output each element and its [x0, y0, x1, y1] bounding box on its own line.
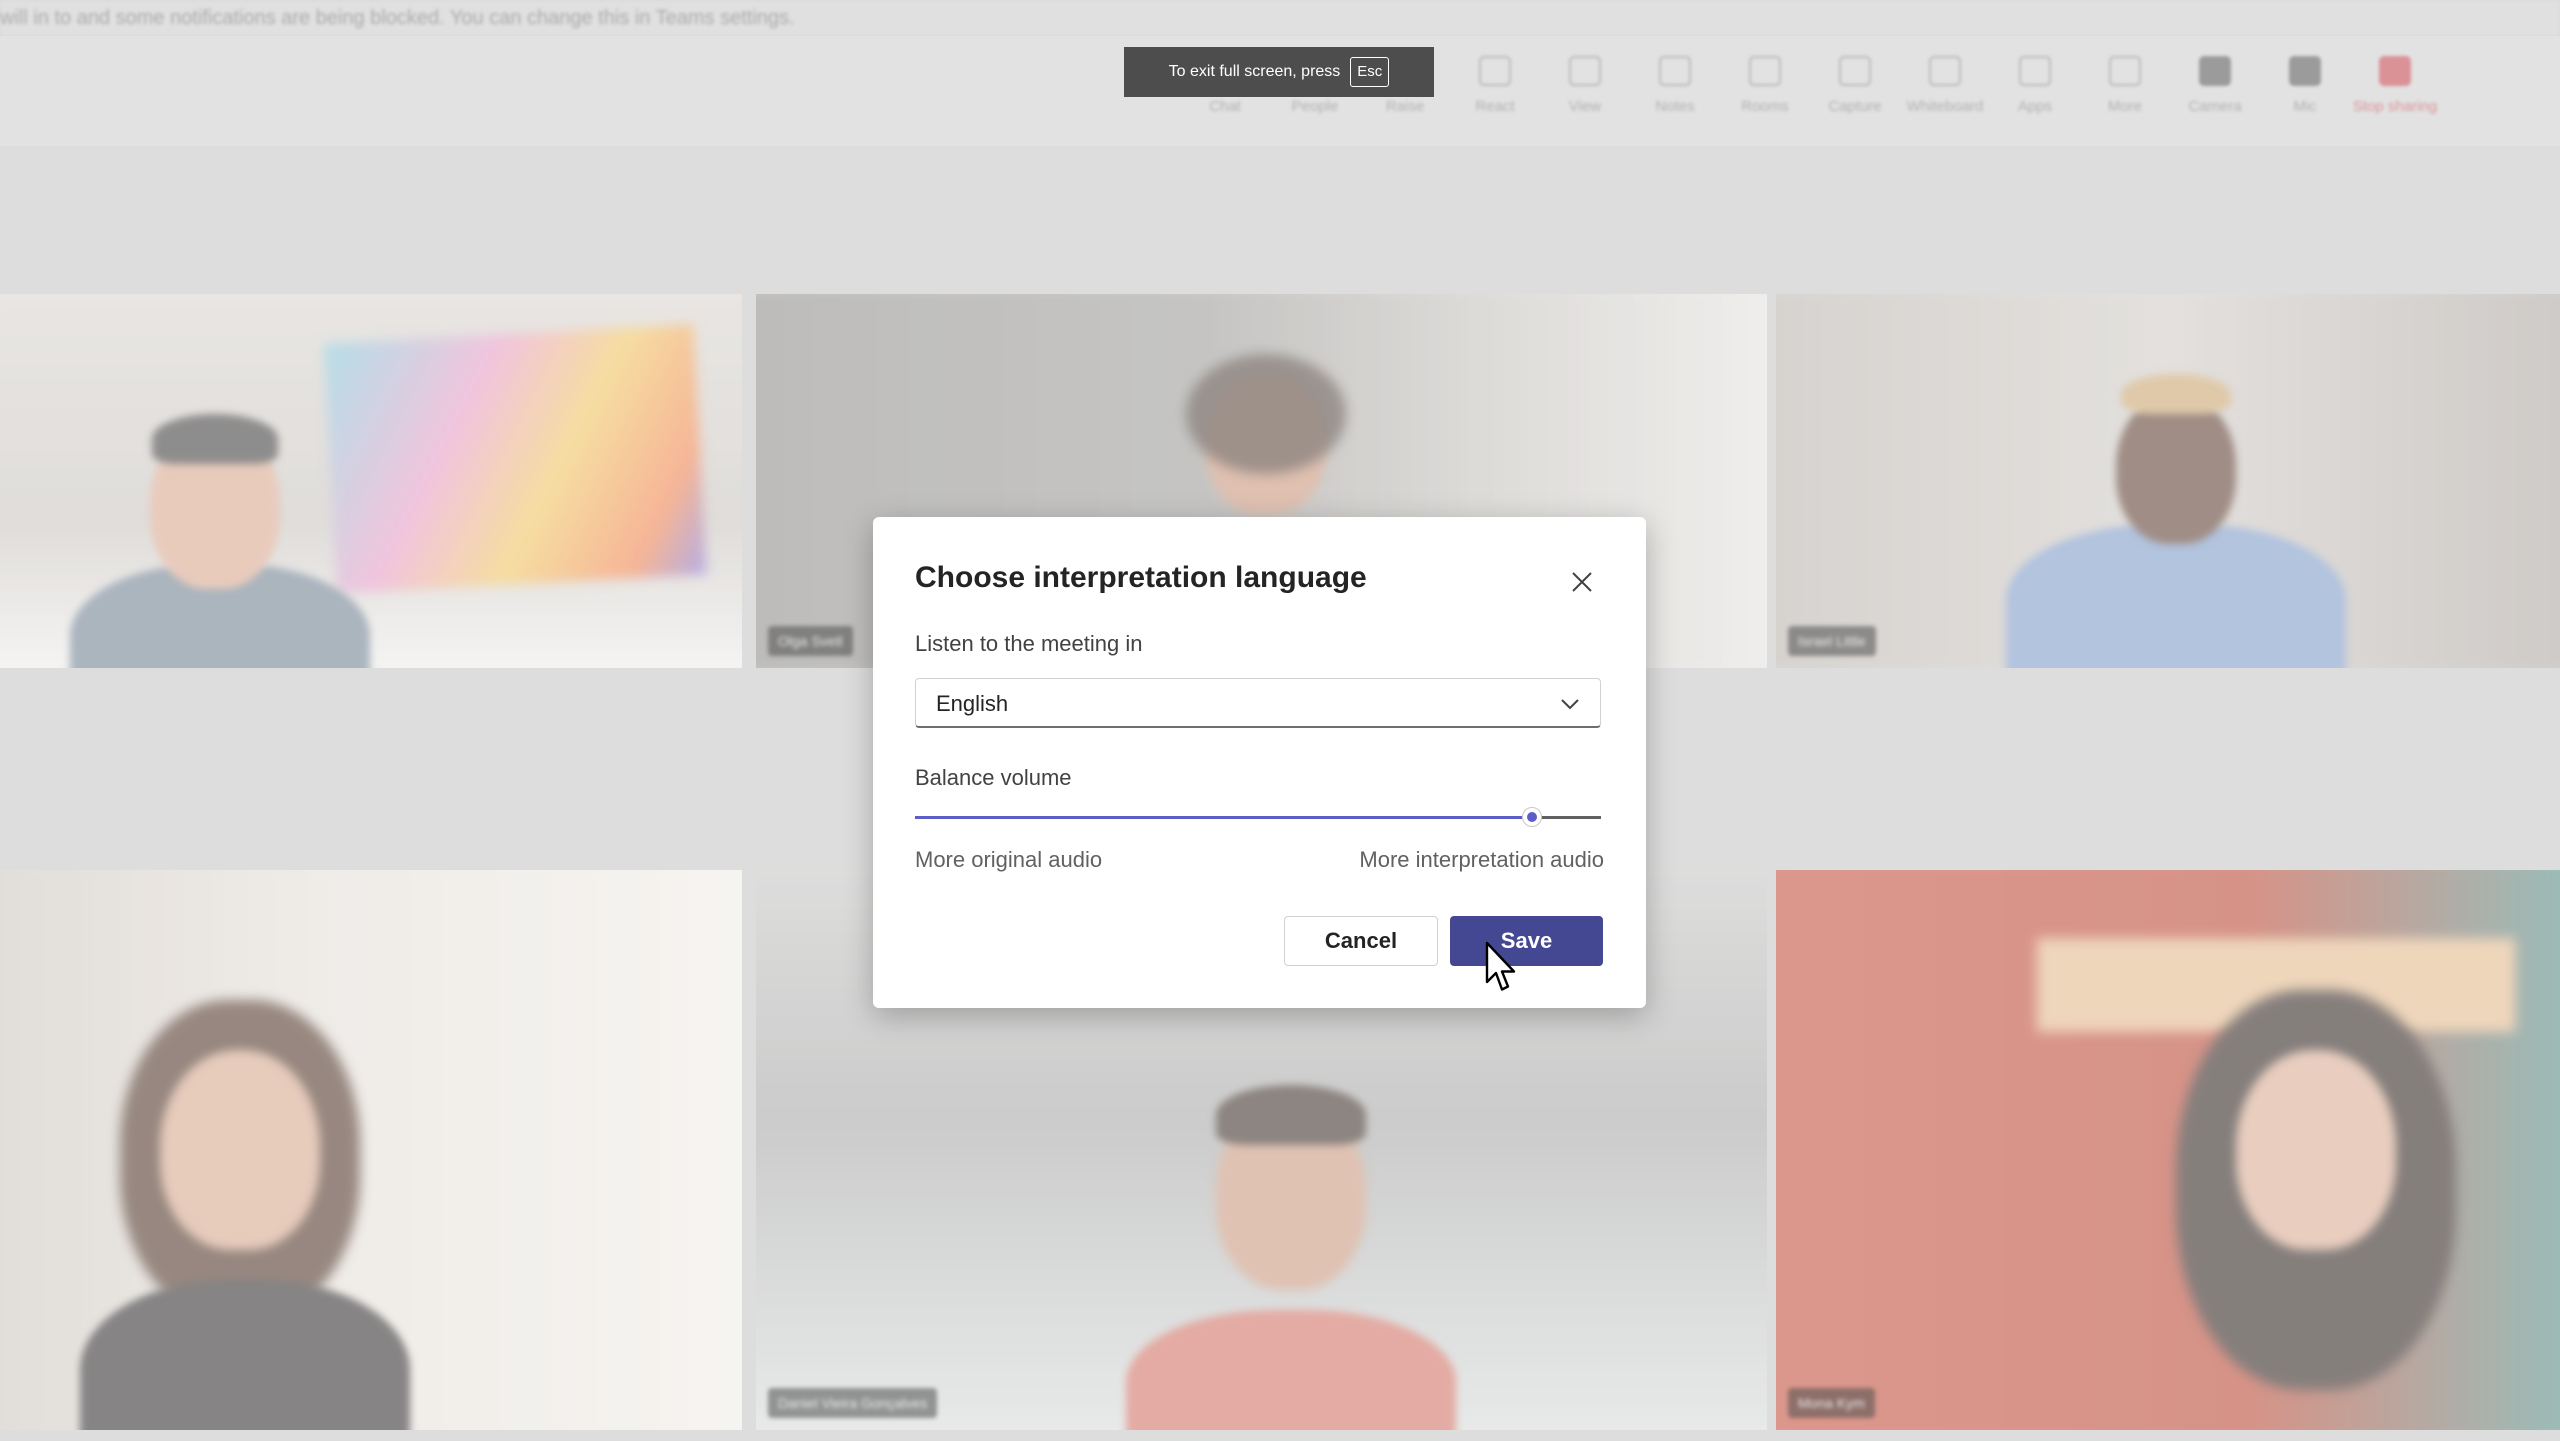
- listen-label: Listen to the meeting in: [915, 631, 1143, 656]
- language-dropdown[interactable]: English: [915, 678, 1601, 728]
- more-interpretation-audio-label: More interpretation audio: [1359, 847, 1604, 872]
- interpretation-language-dialog: Choose interpretation language Listen to…: [873, 517, 1646, 1008]
- save-button[interactable]: Save: [1450, 916, 1603, 966]
- close-button[interactable]: [1563, 563, 1601, 601]
- balance-volume-slider[interactable]: [915, 806, 1601, 830]
- close-icon: [1572, 572, 1592, 592]
- mouse-cursor-icon: [1485, 941, 1516, 991]
- dialog-title: Choose interpretation language: [915, 561, 1367, 594]
- cancel-button[interactable]: Cancel: [1284, 916, 1438, 966]
- language-dropdown-value: English: [936, 691, 1009, 716]
- slider-thumb[interactable]: [1522, 807, 1543, 827]
- chevron-down-icon: [1561, 699, 1579, 710]
- slider-fill: [915, 816, 1533, 819]
- balance-volume-label: Balance volume: [915, 765, 1072, 790]
- more-original-audio-label: More original audio: [915, 847, 1103, 872]
